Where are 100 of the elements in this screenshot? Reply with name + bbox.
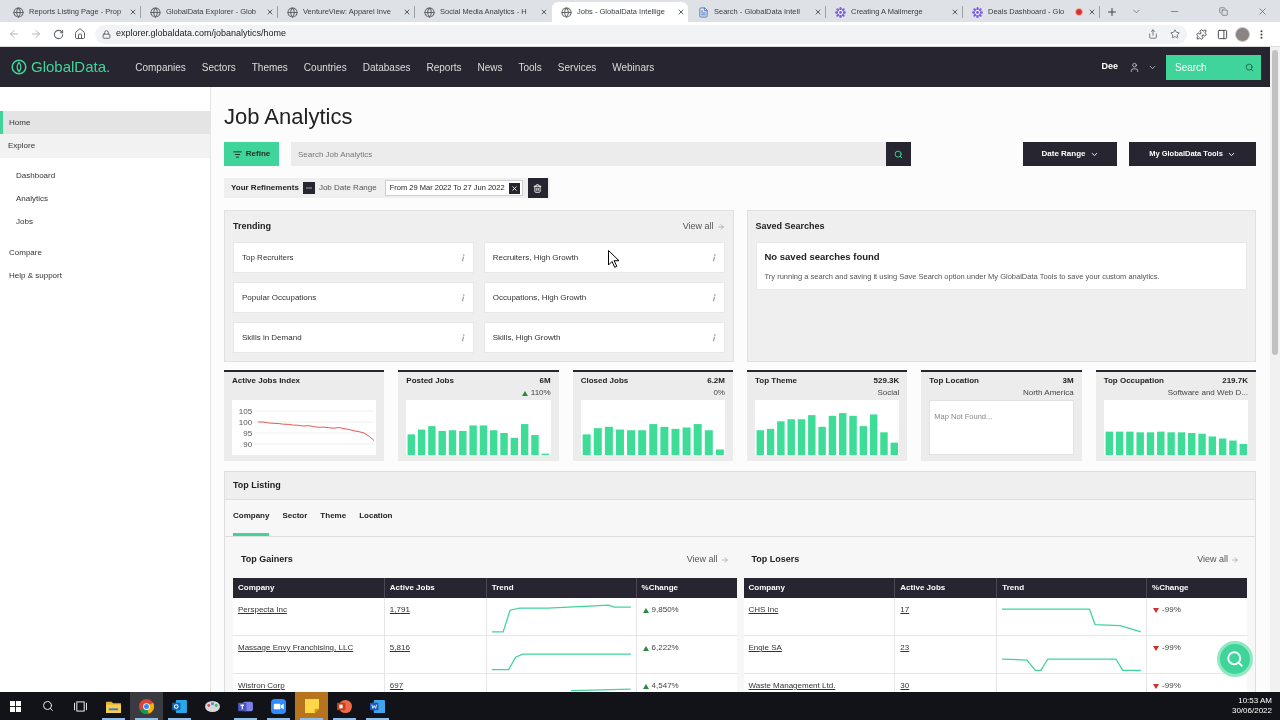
team-chat-icon [238,699,253,713]
jobs-count-link[interactable]: 17 [900,605,910,615]
globe-icon [561,6,572,18]
tab[interactable]: Company [233,499,270,536]
search-button[interactable] [886,142,911,166]
close-icon[interactable] [677,8,685,16]
column-header: Company [748,582,785,594]
search-icon [1245,62,1254,72]
nav-link[interactable]: Themes [251,59,288,75]
nav-link[interactable]: Databases [362,59,411,75]
column-header: Trend [1002,582,1024,594]
reload-icon[interactable] [53,28,64,40]
column-header: Company [238,582,275,594]
home-icon[interactable] [74,28,86,40]
view-all-link[interactable]: View all [1197,553,1239,567]
metric-value: 3M [1062,375,1074,387]
tab[interactable]: Theme [320,499,347,536]
info-icon[interactable] [460,293,465,302]
minus-square-icon[interactable] [302,182,315,194]
jobs-count-link[interactable]: 30 [900,681,910,691]
task-view-icon[interactable] [74,700,87,712]
star-icon[interactable] [1170,29,1180,39]
column-header: Active Jobs [900,582,946,594]
nav-link[interactable]: Webinars [612,59,655,75]
start-menu-icon[interactable] [10,700,21,712]
jobs-count-link[interactable]: 697 [389,681,404,691]
trending-item[interactable]: Recruiters, High Growth [483,242,725,273]
percent-change: 6,222% [651,643,679,653]
trending-item[interactable]: Top Recruiters [233,242,474,273]
taskbar-app[interactable] [130,692,163,720]
tab[interactable]: Sector [282,499,308,536]
nav-link[interactable]: Tools [518,59,542,75]
document-icon [698,6,709,18]
new-tab-icon[interactable] [1106,6,1118,18]
search-icon[interactable] [41,700,54,712]
close-icon[interactable] [540,8,548,16]
address-field[interactable]: explorer.globaldata.com/jobanalytics/home [95,24,1187,44]
close-icon[interactable] [814,8,822,16]
metric-change: 110% [530,387,551,399]
video-camera-icon [271,698,286,714]
tab[interactable]: Location [359,499,393,536]
sidebar-item[interactable]: Home [0,111,210,134]
jobs-count-link[interactable]: 1,791 [389,605,410,615]
axis-label: 100 [238,417,253,427]
trending-item[interactable]: Popular Occupations [233,282,474,313]
column-header: %Change [1152,582,1189,594]
info-icon[interactable] [711,293,716,302]
company-link[interactable]: CHS Inc [748,605,779,615]
nav-link[interactable]: Reports [426,59,462,75]
close-icon[interactable] [1257,5,1268,17]
info-icon[interactable] [460,253,465,262]
dropdown-button[interactable]: Date Range [1023,142,1117,166]
column-header: Active Jobs [389,582,435,594]
close-icon[interactable] [403,8,411,16]
sticky-note-icon [304,699,319,713]
refine-button[interactable]: Refine [224,142,279,166]
column-header: Trend [491,582,514,594]
axis-label: 90 [243,439,253,449]
remove-filter-button[interactable] [508,182,520,194]
user-icon[interactable] [1129,61,1140,73]
globe-icon [150,6,161,18]
avatar-icon[interactable] [1235,26,1250,42]
company-link[interactable]: Wistron Corp [238,681,285,691]
nav-link[interactable]: Companies [135,59,186,75]
refinements-label: Your Refinements [231,182,299,194]
delete-button[interactable] [527,178,548,198]
metric-title: Top Occupation [1103,375,1164,387]
jobs-count-link[interactable]: 5,816 [389,643,410,653]
company-link[interactable]: Engie SA [748,643,782,653]
close-icon[interactable] [129,8,137,16]
logo-text: GlobalData. [31,56,111,77]
close-icon[interactable] [951,8,959,16]
company-link[interactable]: Perspecta Inc [238,605,287,615]
clock-date: 30/06/2022 [1231,706,1272,716]
share-icon[interactable] [1148,29,1158,39]
view-all-link[interactable]: View all [686,553,729,567]
puzzle-icon[interactable] [1196,28,1207,40]
trending-item[interactable]: Skills in Demand [233,322,474,353]
scrollbar-thumb[interactable] [1272,50,1278,355]
close-icon[interactable] [266,8,274,16]
info-icon[interactable] [711,253,716,262]
nav-link[interactable]: Sectors [201,59,236,75]
close-icon[interactable] [1088,8,1096,16]
trending-item[interactable]: Skills, High Growth [483,322,725,353]
company-link[interactable]: Massage Envy Franchising, LLC [238,643,354,653]
company-link[interactable]: Waste Management Ltd. [748,681,836,691]
sidebar-item[interactable]: Explore [0,134,210,158]
metric-change: 0% [713,387,725,399]
info-icon[interactable] [460,333,465,342]
trending-item[interactable]: Occupations, High Growth [483,282,725,313]
search-field[interactable]: Search Job Analytics [291,142,886,166]
nav-link[interactable]: Countries [303,59,347,75]
view-all-link[interactable]: View all [682,219,725,234]
nav-link[interactable]: Services [557,59,597,75]
info-icon[interactable] [711,333,716,342]
metric-value: 219.7K [1222,375,1248,387]
empty-state-title: No saved searches found [764,251,881,263]
jobs-count-link[interactable]: 23 [900,643,910,653]
side-panel-icon[interactable] [1217,28,1228,40]
nav-link[interactable]: News [477,59,503,75]
